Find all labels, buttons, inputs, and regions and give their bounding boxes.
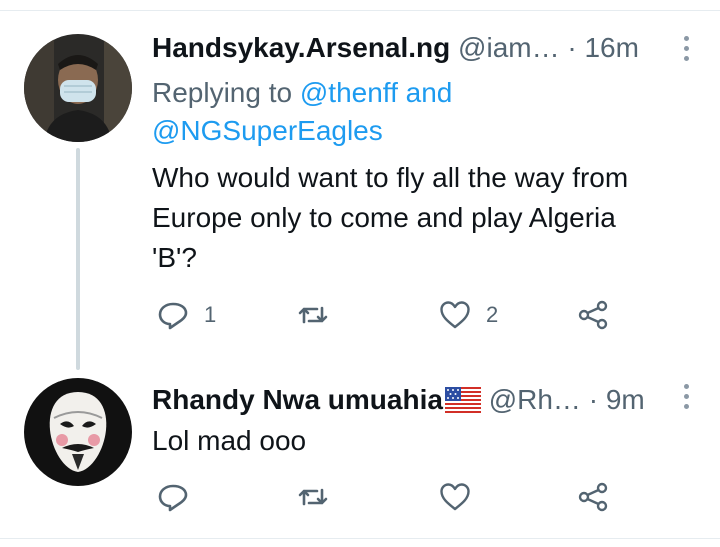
- user-handle[interactable]: @Rh…: [489, 384, 581, 415]
- reply-button[interactable]: [156, 477, 204, 517]
- top-divider: [0, 10, 720, 11]
- retweet-icon: [298, 488, 328, 506]
- retweet-button[interactable]: [296, 295, 344, 335]
- tweet-actions: [152, 477, 632, 517]
- thread-connector: [76, 148, 80, 370]
- tweet-text-line: Who would want to fly all the way from: [152, 162, 629, 193]
- like-button[interactable]: 2: [438, 295, 498, 335]
- more-vertical-icon[interactable]: [682, 384, 690, 412]
- display-name[interactable]: Handsykay.Arsenal.ng: [152, 32, 450, 63]
- reply-button[interactable]: 1: [156, 295, 216, 335]
- separator: ·: [567, 32, 577, 63]
- avatar[interactable]: [24, 34, 132, 142]
- like-button[interactable]: [438, 477, 486, 517]
- user-handle[interactable]: @iam…: [458, 32, 560, 63]
- bottom-divider: [0, 538, 720, 539]
- separator: ·: [588, 384, 599, 415]
- retweet-button[interactable]: [296, 477, 344, 517]
- share-button[interactable]: [576, 477, 610, 517]
- tweet-actions: 1 2: [152, 295, 632, 335]
- replying-to: Replying to @thenff and @NGSuperEagles: [152, 74, 692, 150]
- share-icon: [578, 482, 608, 512]
- tweet-header: Rhandy Nwa umuahia @Rh… · 9m: [152, 382, 712, 418]
- display-name[interactable]: Rhandy Nwa umuahia: [152, 384, 443, 415]
- reply-icon: [158, 302, 188, 330]
- like-count: 2: [486, 302, 499, 327]
- tweet-text-line: 'B'?: [152, 242, 197, 273]
- reply-icon: [158, 484, 188, 512]
- heart-icon: [440, 301, 470, 329]
- tweet-header: Handsykay.Arsenal.ng @iam… · 16m: [152, 30, 712, 66]
- heart-icon: [440, 483, 470, 511]
- tweet-text-line: Lol mad ooo: [152, 425, 307, 456]
- retweet-icon: [298, 306, 328, 324]
- mention-join: and: [405, 77, 453, 108]
- replying-prefix: Replying to: [152, 77, 293, 108]
- reply-count: 1: [204, 302, 217, 327]
- more-vertical-icon[interactable]: [682, 36, 690, 64]
- tweet-text: Lol mad ooo: [152, 421, 692, 461]
- tweet-text: Who would want to fly all the way from E…: [152, 158, 692, 278]
- us-flag-icon: [444, 386, 481, 422]
- timestamp[interactable]: 9m: [606, 384, 645, 415]
- timestamp[interactable]: 16m: [584, 32, 638, 63]
- tweet-text-line: Europe only to come and play Algeria: [152, 202, 616, 233]
- avatar[interactable]: [24, 378, 132, 486]
- share-button[interactable]: [576, 295, 610, 335]
- mention-link[interactable]: @thenff: [300, 77, 398, 108]
- share-icon: [578, 300, 608, 330]
- mention-link[interactable]: @NGSuperEagles: [152, 115, 383, 146]
